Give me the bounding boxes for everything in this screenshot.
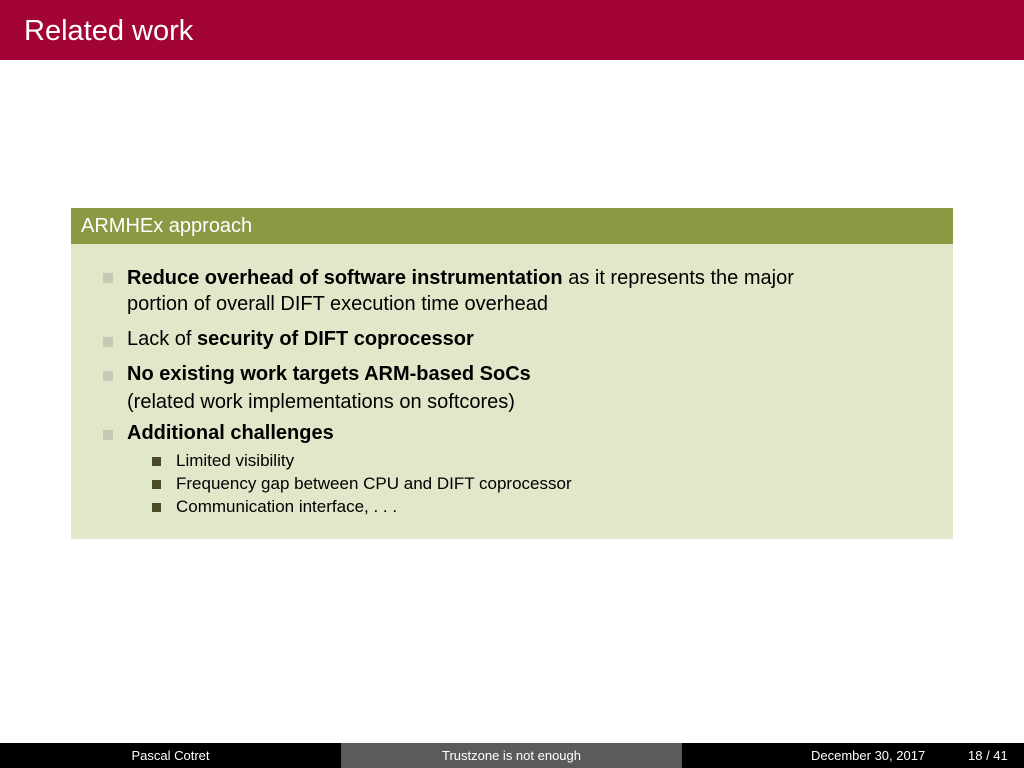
bullet-square-icon [103,371,113,381]
list-item-security: Lack of security of DIFT coprocessor [127,326,474,353]
armhex-approach-block: ARMHEx approach Reduce overhead of softw… [71,208,953,539]
sub-item-visibility: Limited visibility [176,451,295,470]
item-text: as it represents the major [562,267,794,289]
sub-item-frequency-gap: Frequency gap between CPU and DIFT copro… [176,474,572,493]
item-bold-text: No existing work targets ARM-based SoCs [127,363,531,385]
item-bold-text: Reduce overhead of software instrumentat… [127,267,563,289]
bullet-square-icon [103,337,113,347]
sub-bullet-square-icon [152,480,161,489]
sub-bullet-square-icon [152,503,161,512]
list-item-overhead: Reduce overhead of software instrumentat… [127,265,794,292]
item-text: portion of overall DIFT execution time o… [127,293,548,315]
block-title: ARMHEx approach [81,215,253,237]
bullet-square-icon [103,273,113,283]
footer-author: Pascal Cotret [0,743,341,768]
slide-footer: Pascal Cotret Trustzone is not enough De… [0,743,1024,768]
list-item-arm-socs: No existing work targets ARM-based SoCs [127,361,531,388]
list-item-overhead-continuation: portion of overall DIFT execution time o… [127,291,548,318]
footer-date: December 30, 2017 [811,748,926,763]
slide-title-bar: Related work [0,0,1024,60]
sub-bullet-square-icon [152,457,161,466]
list-item-challenges: Additional challenges [127,420,334,447]
item-bold-text: Additional challenges [127,422,334,444]
footer-date-page: December 30, 2017 18 / 41 [682,743,1024,768]
list-item-arm-socs-continuation: (related work implementations on softcor… [127,389,515,416]
footer-page-number: 18 / 41 [968,748,1008,763]
footer-short-title: Trustzone is not enough [341,743,682,768]
slide-title: Related work [24,15,194,47]
item-bold-text: security of DIFT coprocessor [197,328,474,350]
item-text: Lack of [127,328,198,350]
bullet-square-icon [103,430,113,440]
item-text: (related work implementations on softcor… [127,391,515,413]
block-header: ARMHEx approach [71,208,953,244]
sub-item-communication: Communication interface, . . . [176,497,398,516]
